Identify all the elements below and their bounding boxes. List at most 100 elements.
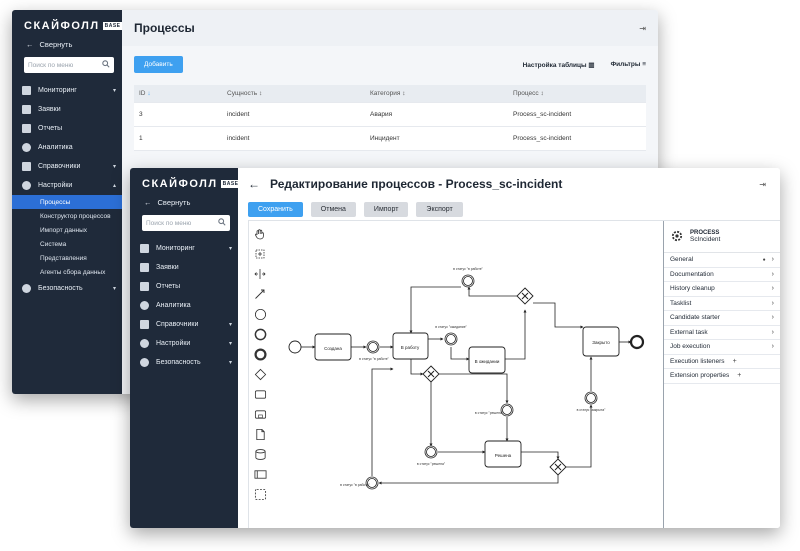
diagram-canvas[interactable]: Создана В работу В ожидании Закрыто Реше… <box>275 221 661 528</box>
sequence-flow[interactable] <box>505 309 527 360</box>
data-store-icon[interactable] <box>253 447 267 461</box>
gateway-icon[interactable] <box>253 367 267 381</box>
menu-search-input[interactable]: Поиск по меню <box>142 215 230 231</box>
sidebar-item-reports[interactable]: Отчеты <box>130 277 238 296</box>
sidebar-item-analytics[interactable]: Аналитика <box>12 138 122 157</box>
sidebar-subitem-data-import[interactable]: Импорт данных <box>12 223 122 237</box>
section-execution-listeners[interactable]: Execution listeners + <box>664 355 780 369</box>
section-tasklist[interactable]: Tasklist › <box>664 297 780 311</box>
sidebar-item-security[interactable]: Безопасность ▾ <box>130 353 238 372</box>
table-settings-button[interactable]: Настройка таблицы ▥ <box>523 61 595 69</box>
analytics-icon <box>140 301 149 310</box>
section-candidate-starter[interactable]: Candidate starter › <box>664 311 780 326</box>
sidebar-subitem-processes[interactable]: Процессы <box>12 195 122 209</box>
column-header-process[interactable]: Процесс ↕ <box>508 90 646 97</box>
task-icon[interactable] <box>253 387 267 401</box>
data-object-icon[interactable] <box>253 427 267 441</box>
columns-icon: ▥ <box>588 61 595 69</box>
sort-icon: ↕ <box>258 90 263 97</box>
filters-button[interactable]: Фильтры ≡ <box>611 61 646 69</box>
exclusive-gateway[interactable] <box>516 287 534 305</box>
task-resolved[interactable]: Решена <box>484 440 522 468</box>
task-in-progress[interactable]: В работу <box>392 332 429 360</box>
sidebar-item-requests[interactable]: Заявки <box>130 258 238 277</box>
logout-icon[interactable]: ⇥ <box>759 180 766 189</box>
space-tool-icon[interactable] <box>253 267 267 281</box>
arrow-left-icon: ← <box>144 198 152 207</box>
subprocess-icon[interactable] <box>253 407 267 421</box>
brand-edition: BASE <box>102 22 123 30</box>
import-button[interactable]: Импорт <box>363 202 409 217</box>
sidebar-item-directories[interactable]: Справочники ▾ <box>12 157 122 176</box>
message-event[interactable] <box>461 274 475 288</box>
logout-icon[interactable]: ⇥ <box>639 24 646 33</box>
task-created[interactable]: Создана <box>314 333 352 361</box>
end-event-icon[interactable] <box>253 347 267 361</box>
sidebar-item-monitoring[interactable]: Мониторинг ▾ <box>12 81 122 100</box>
sidebar-item-security[interactable]: Безопасность ▾ <box>12 279 122 298</box>
plus-icon[interactable]: + <box>737 372 741 379</box>
gear-icon <box>140 339 149 348</box>
plus-icon[interactable]: + <box>733 358 737 365</box>
sidebar-item-analytics[interactable]: Аналитика <box>130 296 238 315</box>
cancel-button[interactable]: Отмена <box>310 202 356 217</box>
task-waiting[interactable]: В ожидании <box>468 346 506 374</box>
save-button[interactable]: Сохранить <box>248 202 303 217</box>
page-title: Редактирование процессов - Process_sc-in… <box>270 177 563 191</box>
sequence-flow[interactable] <box>410 359 424 376</box>
add-button[interactable]: Добавить <box>134 56 183 73</box>
sidebar-subitem-views[interactable]: Представления <box>12 251 122 265</box>
message-event[interactable] <box>584 391 598 405</box>
task-closed[interactable]: Закрыто <box>582 326 620 357</box>
message-event[interactable] <box>444 332 458 346</box>
section-external-task[interactable]: External task › <box>664 326 780 340</box>
section-general[interactable]: General ● › <box>664 253 780 268</box>
exclusive-gateway[interactable] <box>422 365 440 383</box>
sidebar-subitem-process-designer[interactable]: Конструктор процессов <box>12 209 122 223</box>
exclusive-gateway[interactable] <box>549 458 567 476</box>
sequence-flow[interactable] <box>566 404 593 468</box>
end-event[interactable] <box>629 334 645 350</box>
sidebar-subitem-agents[interactable]: Агенты сбора данных <box>12 265 122 279</box>
export-button[interactable]: Экспорт <box>416 202 463 217</box>
message-event[interactable] <box>366 340 380 354</box>
sequence-flow[interactable] <box>371 367 394 476</box>
column-header-id[interactable]: ID ↓ <box>134 90 222 97</box>
header-label: ID <box>139 90 146 97</box>
sidebar-item-requests[interactable]: Заявки <box>12 100 122 119</box>
sidebar-item-directories[interactable]: Справочники ▾ <box>130 315 238 334</box>
sequence-flow[interactable] <box>450 347 470 361</box>
sequence-flow[interactable] <box>378 475 559 485</box>
section-history-cleanup[interactable]: History cleanup › <box>664 282 780 297</box>
sidebar-nav: Мониторинг ▾ Заявки Отчеты Аналитика Спра… <box>130 239 238 372</box>
section-extension-properties[interactable]: Extension properties + <box>664 369 780 384</box>
message-event[interactable] <box>424 445 438 459</box>
lasso-tool-icon[interactable] <box>253 247 267 261</box>
section-documentation[interactable]: Documentation › <box>664 268 780 282</box>
sequence-flow[interactable] <box>533 302 584 329</box>
start-event[interactable] <box>288 340 302 354</box>
sidebar-subitem-system[interactable]: Система <box>12 237 122 251</box>
start-event-icon[interactable] <box>253 307 267 321</box>
collapse-sidebar-button[interactable]: ← Свернуть <box>130 190 238 207</box>
table-row[interactable]: 3 incident Авария Process_sc-incident <box>134 103 646 127</box>
hand-tool-icon[interactable] <box>253 227 267 241</box>
back-arrow-icon[interactable]: ← <box>248 177 260 191</box>
group-icon[interactable] <box>253 487 267 501</box>
sidebar-item-settings[interactable]: Настройки ▴ <box>12 176 122 195</box>
menu-search-input[interactable]: Поиск по меню <box>24 57 114 73</box>
section-job-execution[interactable]: Job execution › <box>664 340 780 355</box>
sequence-flow[interactable] <box>467 286 525 297</box>
intermediate-event-icon[interactable] <box>253 327 267 341</box>
sidebar-item-monitoring[interactable]: Мониторинг ▾ <box>130 239 238 258</box>
sidebar-item-settings[interactable]: Настройки ▾ <box>130 334 238 353</box>
sidebar-item-reports[interactable]: Отчеты <box>12 119 122 138</box>
sequence-flow[interactable] <box>521 451 560 460</box>
column-header-category[interactable]: Категория ↕ <box>365 90 508 97</box>
sequence-flow[interactable] <box>439 373 509 404</box>
collapse-sidebar-button[interactable]: ← Свернуть <box>12 32 122 49</box>
table-row[interactable]: 1 incident Инцидент Process_sc-incident <box>134 127 646 151</box>
connect-tool-icon[interactable] <box>253 287 267 301</box>
column-header-entity[interactable]: Сущность ↕ <box>222 90 365 97</box>
pool-icon[interactable] <box>253 467 267 481</box>
